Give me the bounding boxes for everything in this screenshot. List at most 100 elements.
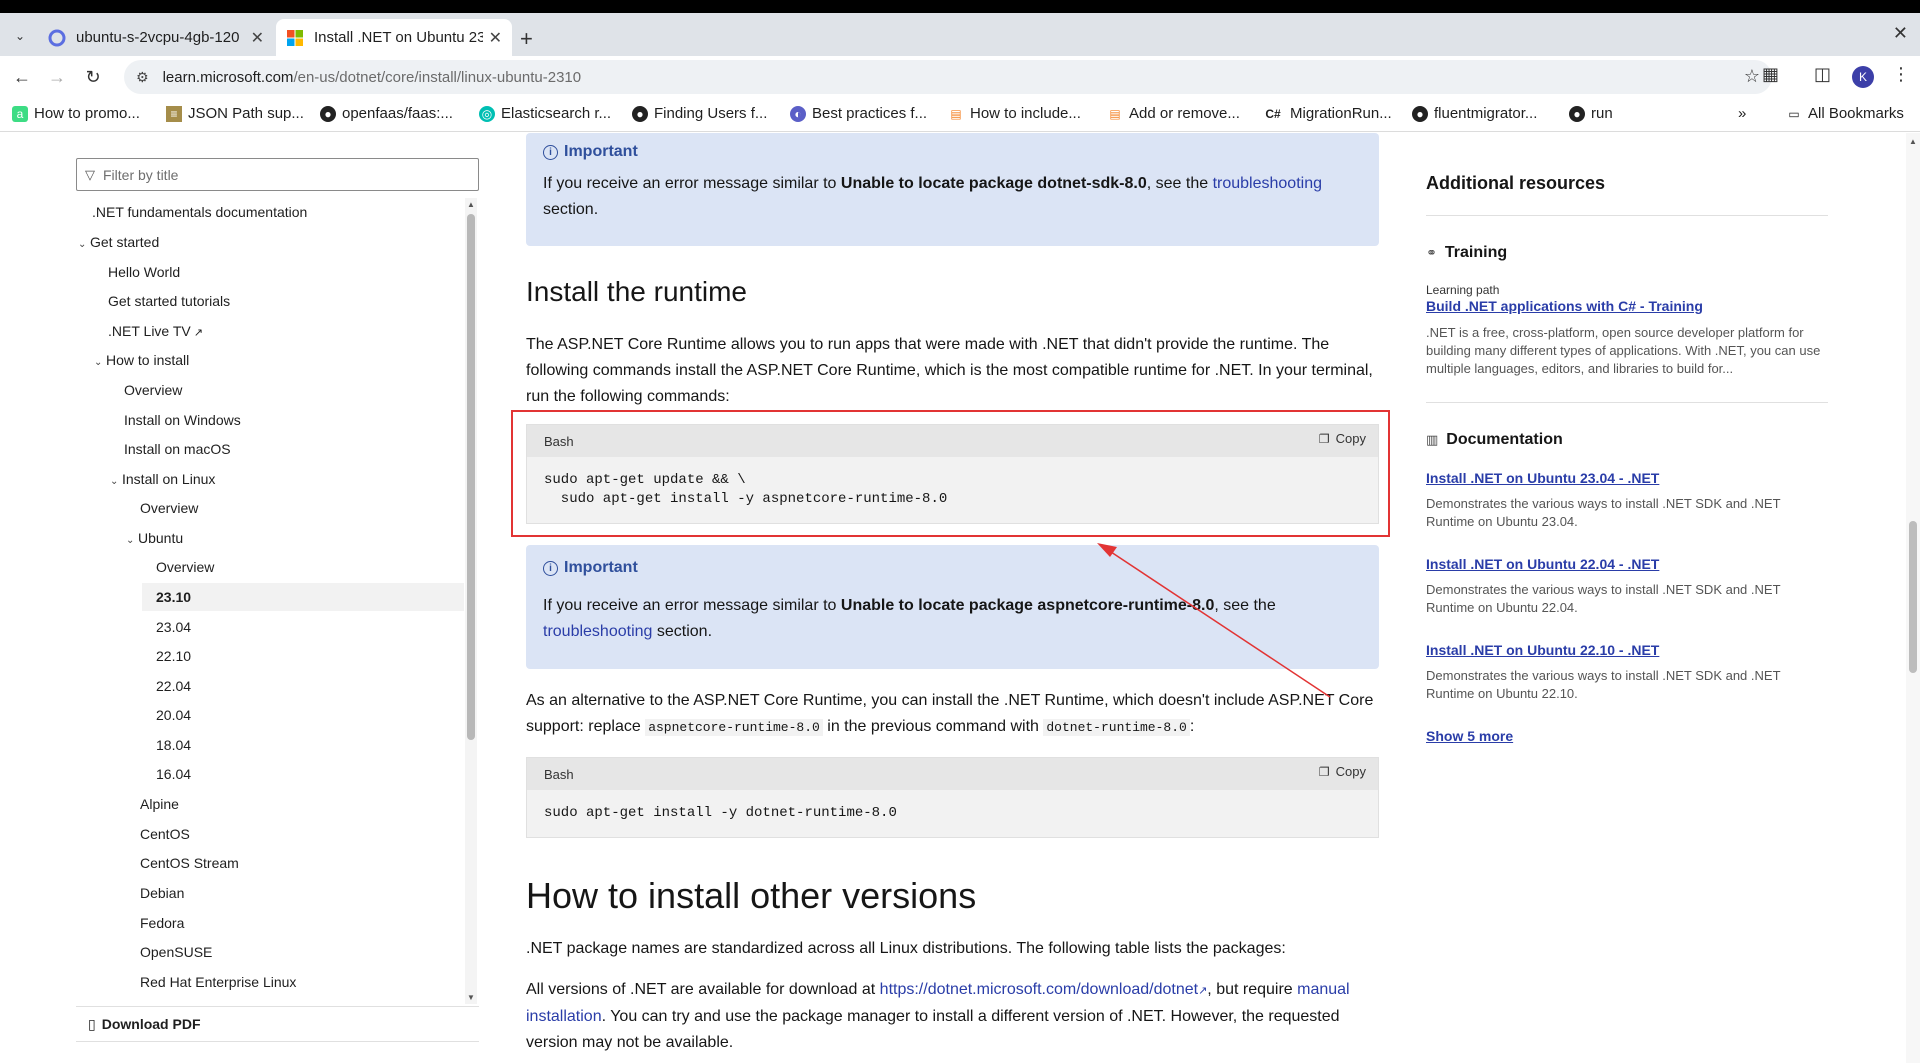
doc-link[interactable]: Install .NET on Ubuntu 22.10 - .NET [1426,642,1659,658]
reload-icon[interactable]: ↻ [80,64,106,90]
scroll-down-arrow-icon[interactable]: ▼ [465,993,477,1002]
toc-filter-input[interactable]: ▽ Filter by title [76,158,479,191]
toc-item[interactable]: 16.04 [156,760,191,788]
toc-item[interactable]: Red Hat Enterprise Linux [140,968,296,996]
side-panel-icon[interactable]: ◫ [1814,64,1831,85]
toc-item[interactable]: Install on macOS [124,435,231,463]
troubleshooting-link[interactable]: troubleshooting [543,623,652,640]
copy-button[interactable]: ❐ Copy [1319,431,1366,446]
code-block-update-install: Bash ❐ Copy sudo apt-get update && \ sudo… [526,424,1379,524]
bookmark-item[interactable]: ● run [1569,105,1613,122]
profile-avatar[interactable]: K [1852,66,1874,88]
download-dotnet-link[interactable]: https://dotnet.microsoft.com/download/do… [880,981,1198,998]
extensions-puzzle-icon[interactable]: ▦ [1762,64,1779,85]
download-pdf-button[interactable]: ▯ Download PDF [76,1006,479,1042]
all-bookmarks-label: All Bookmarks [1808,105,1904,122]
page-scrollbar[interactable]: ▲ [1906,133,1920,1063]
tab-search-chevron-icon[interactable]: ⌄ [8,24,32,48]
toc-item-get-started[interactable]: ⌄ Get started [78,228,159,256]
toc-item-install-on-linux[interactable]: ⌄ Install on Linux [110,465,215,493]
book-icon: ▥ [1426,432,1439,447]
important-alert: i Important If you receive an error messa… [526,545,1379,669]
alert-heading-text: Important [564,143,638,160]
all-bookmarks-button[interactable]: ▭ All Bookmarks [1786,105,1904,122]
bookmark-item[interactable]: ◐ Best practices f... [790,105,927,122]
code-language: Bash [544,766,574,782]
bookmark-label: Add or remove... [1129,105,1240,122]
toc-item[interactable]: Overview [140,494,198,522]
additional-resources-heading: Additional resources [1426,173,1606,193]
scroll-up-arrow-icon[interactable]: ▲ [465,200,477,209]
alert-text-part: If you receive an error message similar … [543,597,841,614]
doc-link[interactable]: Install .NET on Ubuntu 22.04 - .NET [1426,556,1659,572]
bookmark-item[interactable]: ◎ Elasticsearch r... [479,105,611,122]
bookmark-label: How to include... [970,105,1081,122]
alert-text-part: If you receive an error message similar … [543,175,841,192]
toc-item[interactable]: 18.04 [156,731,191,759]
toc-item[interactable]: OpenSUSE [140,938,212,966]
new-tab-plus-icon[interactable]: + [520,26,533,52]
bookmark-item[interactable]: C# MigrationRun... [1262,105,1391,122]
troubleshooting-link[interactable]: troubleshooting [1213,175,1322,192]
toc-item[interactable]: .NET fundamentals documentation [92,198,307,226]
browser-menu-icon[interactable]: ⋮ [1892,64,1910,85]
bookmark-item[interactable]: ● openfaas/faas:... [320,105,453,122]
window-close-icon[interactable]: ✕ [1893,23,1908,44]
address-bar[interactable]: ⚙ learn.microsoft.com/en-us/dotnet/core/… [124,60,1772,94]
bookmark-item[interactable]: ● fluentmigrator... [1412,105,1537,122]
toc-item[interactable]: Install on Windows [124,406,241,434]
chevron-down-icon: ⌄ [126,535,135,546]
toc-item[interactable]: Get started tutorials [108,287,230,315]
alert-text-part: section. [543,201,599,218]
toc-item[interactable]: Alpine [140,790,179,818]
toc-item[interactable]: .NET Live TV ↗ [108,317,203,345]
copy-button[interactable]: ❐ Copy [1319,764,1366,779]
bookmark-label: Finding Users f... [654,105,768,122]
more-bookmarks-chevron-icon[interactable]: » [1738,105,1746,122]
bookmark-item[interactable]: ● Finding Users f... [632,105,767,122]
toc-item-ubuntu[interactable]: ⌄ Ubuntu [126,524,183,552]
divider [1426,402,1828,403]
pdf-icon: ▯ [88,1015,96,1032]
show-more-link[interactable]: Show 5 more [1426,728,1513,744]
bookmark-item[interactable]: a How to promo... [12,105,140,122]
toc-item[interactable]: Fedora [140,909,184,937]
toc-label: Debian [140,885,185,901]
toc-item[interactable]: 23.04 [156,613,191,641]
toc-item[interactable]: Overview [124,376,182,404]
toc-scrollbar[interactable]: ▲ ▼ [465,198,477,1004]
chevron-down-icon: ⌄ [110,476,119,487]
toc-item[interactable]: 20.04 [156,701,191,729]
bookmark-label: JSON Path sup... [188,105,304,122]
toc-item[interactable]: 22.04 [156,672,191,700]
training-link[interactable]: Build .NET applications with C# - Traini… [1426,298,1703,314]
toc-scroll-thumb[interactable] [467,214,475,740]
toc-label: 18.04 [156,737,192,753]
bookmark-item[interactable]: ▤ Add or remove... [1107,105,1240,122]
forward-arrow-icon[interactable]: → [44,64,70,90]
bookmark-item[interactable]: ▤ How to include... [948,105,1081,122]
close-tab-icon[interactable]: ✕ [251,28,264,48]
toc-item[interactable]: Overview [156,553,214,581]
back-arrow-icon[interactable]: ← [9,64,35,90]
bookmark-star-icon[interactable]: ☆ [1744,66,1760,87]
site-info-icon[interactable]: ⚙ [136,69,149,86]
toc-item-selected[interactable]: 23.10 [142,583,464,611]
csharp-icon: C# [1265,106,1281,121]
bookmark-item[interactable]: ≡ JSON Path sup... [166,105,304,122]
tab-title: ubuntu-s-2vcpu-4gb-120 [76,29,240,46]
toc-label: Install on Linux [122,471,216,487]
doc-link[interactable]: Install .NET on Ubuntu 23.04 - .NET [1426,470,1659,486]
close-tab-icon[interactable]: ✕ [489,28,502,48]
toc-item[interactable]: 22.10 [156,642,191,670]
chevron-down-icon: ⌄ [78,239,87,250]
toc-item[interactable]: CentOS [140,820,190,848]
toc-item-how-to-install[interactable]: ⌄ How to install [94,346,189,374]
scroll-up-arrow-icon[interactable]: ▲ [1906,137,1920,146]
toc-item[interactable]: CentOS Stream [140,849,239,877]
tab-droplet[interactable]: ubuntu-s-2vcpu-4gb-120 ✕ [38,19,274,56]
page-scroll-thumb[interactable] [1909,521,1917,673]
toc-item[interactable]: Hello World [108,258,180,286]
tab-install-dotnet[interactable]: Install .NET on Ubuntu 23 ✕ [276,19,512,56]
toc-item[interactable]: Debian [140,879,184,907]
